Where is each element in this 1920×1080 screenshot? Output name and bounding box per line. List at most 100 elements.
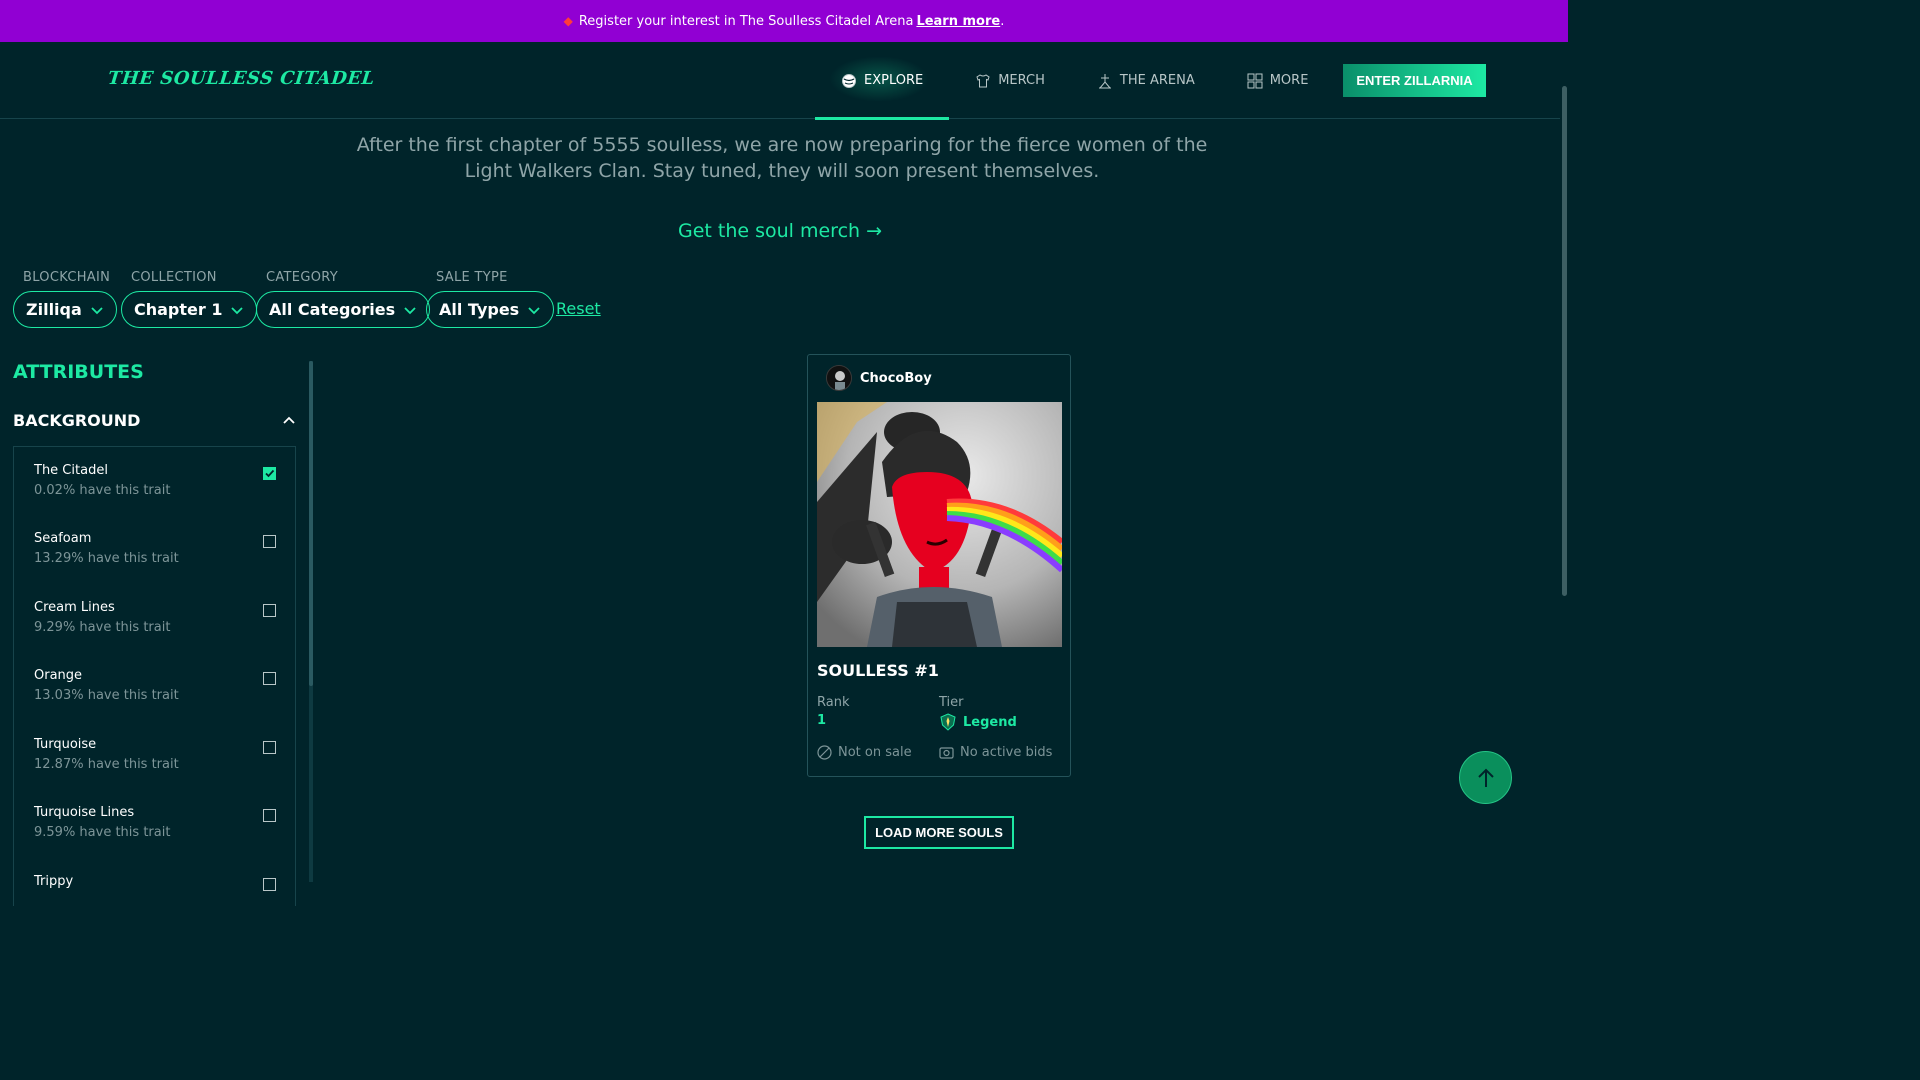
page-scrollbar[interactable] bbox=[1560, 42, 1568, 882]
soulless-artwork bbox=[817, 402, 1062, 647]
sidebar-scrollbar[interactable] bbox=[309, 361, 313, 882]
soul-merch-link[interactable]: Get the soul merch → bbox=[0, 220, 1560, 242]
sale-status: Not on sale bbox=[817, 745, 912, 760]
nft-card[interactable]: ChocoBoy SOULLESS #1 Rank 1 Tier Legend … bbox=[807, 354, 1071, 777]
sidebar-scrollbar-thumb[interactable] bbox=[309, 361, 313, 686]
enter-zillarnia-button[interactable]: ENTER ZILLARNIA bbox=[1343, 64, 1486, 97]
nav-explore-label: EXPLORE bbox=[864, 73, 924, 88]
trait-checkbox[interactable] bbox=[263, 672, 276, 685]
rank-value: 1 bbox=[817, 713, 827, 728]
collection-value: Chapter 1 bbox=[134, 300, 223, 319]
arrow-up-icon bbox=[1477, 768, 1494, 787]
avatar bbox=[826, 365, 852, 391]
sale-status-text: Not on sale bbox=[838, 745, 912, 760]
trait-checkbox[interactable] bbox=[263, 604, 276, 617]
planet-icon bbox=[842, 73, 856, 88]
trait-checkbox[interactable] bbox=[263, 809, 276, 822]
chevron-down-icon bbox=[91, 306, 103, 314]
collection-dropdown[interactable]: Chapter 1 bbox=[121, 291, 258, 328]
page-scrollbar-thumb[interactable] bbox=[1562, 86, 1567, 596]
filter-category-label: CATEGORY bbox=[266, 270, 338, 285]
trait-percentage: 9.29% have this trait bbox=[34, 620, 171, 635]
nft-image[interactable] bbox=[817, 402, 1062, 647]
trait-name: Cream Lines bbox=[34, 600, 115, 615]
trait-item[interactable]: Turquoise 12.87% have this trait bbox=[34, 737, 284, 772]
chevron-up-icon[interactable] bbox=[281, 412, 297, 428]
sale-type-dropdown[interactable]: All Types bbox=[426, 291, 555, 328]
blockchain-dropdown[interactable]: Zilliqa bbox=[13, 291, 117, 328]
learn-more-link[interactable]: Learn more bbox=[916, 14, 1000, 29]
nav-merch[interactable]: MERCH bbox=[949, 42, 1071, 119]
reset-filters-link[interactable]: Reset bbox=[556, 299, 601, 318]
owner-name: ChocoBoy bbox=[860, 370, 932, 386]
checkmark-icon bbox=[265, 469, 275, 478]
bid-status-text: No active bids bbox=[960, 745, 1053, 760]
trait-checkbox[interactable] bbox=[263, 878, 276, 891]
announcement-suffix: . bbox=[1000, 13, 1005, 29]
trait-checkbox[interactable] bbox=[263, 741, 276, 754]
load-more-button[interactable]: LOAD MORE SOULS bbox=[864, 816, 1014, 849]
nft-title: SOULLESS #1 bbox=[817, 661, 939, 680]
sale-type-value: All Types bbox=[439, 300, 520, 319]
arena-icon bbox=[1098, 73, 1111, 88]
tier-label: Tier bbox=[939, 695, 964, 710]
chevron-down-icon bbox=[528, 306, 540, 314]
soul-merch-link-label[interactable]: Get the soul merch → bbox=[678, 220, 882, 242]
filter-collection: COLLECTION Chapter 1 bbox=[121, 270, 258, 328]
rank-label: Rank bbox=[817, 695, 850, 710]
gem-icon: ◆ bbox=[563, 14, 573, 28]
not-for-sale-icon bbox=[817, 745, 832, 760]
filter-sale-type-label: SALE TYPE bbox=[436, 270, 508, 285]
nav-merch-label: MERCH bbox=[998, 73, 1045, 88]
trait-name: Orange bbox=[34, 668, 83, 683]
bid-icon bbox=[939, 747, 954, 759]
tier-value: Legend bbox=[963, 714, 1017, 730]
nav-more[interactable]: MORE bbox=[1221, 42, 1335, 119]
nav-explore[interactable]: EXPLORE bbox=[815, 42, 950, 120]
attributes-title: ATTRIBUTES bbox=[13, 361, 144, 383]
background-section-header[interactable]: BACKGROUND bbox=[13, 409, 297, 431]
nav-arena[interactable]: THE ARENA bbox=[1071, 42, 1221, 119]
intro-text: After the first chapter of 5555 soulless… bbox=[356, 134, 1208, 182]
trait-item[interactable]: Orange 13.03% have this trait bbox=[34, 668, 284, 703]
trait-percentage: 13.29% have this trait bbox=[34, 551, 179, 566]
trait-item[interactable]: Trippy bbox=[34, 874, 284, 894]
category-dropdown[interactable]: All Categories bbox=[256, 291, 431, 328]
trait-checkbox[interactable] bbox=[263, 467, 276, 480]
announcement-text: Register your interest in The Soulless C… bbox=[578, 13, 914, 29]
trait-checkbox[interactable] bbox=[263, 535, 276, 548]
trait-item[interactable]: The Citadel 0.02% have this trait bbox=[34, 463, 284, 498]
trait-percentage: 0.02% have this trait bbox=[34, 483, 171, 498]
trait-percentage: 12.87% have this trait bbox=[34, 757, 179, 772]
trait-name: Trippy bbox=[34, 874, 74, 889]
trait-name: Turquoise Lines bbox=[34, 805, 135, 820]
owner-info[interactable]: ChocoBoy bbox=[826, 365, 932, 391]
trait-item[interactable]: Cream Lines 9.29% have this trait bbox=[34, 600, 284, 635]
trait-item[interactable]: Turquoise Lines 9.59% have this trait bbox=[34, 805, 284, 840]
filter-category: CATEGORY All Categories bbox=[256, 270, 431, 328]
trait-name: The Citadel bbox=[34, 463, 108, 478]
filter-collection-label: COLLECTION bbox=[131, 270, 217, 285]
shirt-icon bbox=[976, 73, 990, 87]
site-header: THE SOULLESS CITADEL EXPLORE MERCH THE A… bbox=[0, 42, 1568, 120]
tier-badge: Legend bbox=[939, 713, 1017, 731]
category-value: All Categories bbox=[269, 300, 396, 319]
trait-percentage: 9.59% have this trait bbox=[34, 825, 171, 840]
announcement-bar: ◆ Register your interest in The Soulless… bbox=[0, 0, 1568, 42]
trait-item[interactable]: Seafoam 13.29% have this trait bbox=[34, 531, 284, 566]
nav-more-label: MORE bbox=[1269, 73, 1309, 88]
scroll-to-top-button[interactable] bbox=[1459, 751, 1512, 804]
blockchain-value: Zilliqa bbox=[26, 300, 82, 319]
trait-percentage: 13.03% have this trait bbox=[34, 688, 179, 703]
filter-blockchain: BLOCKCHAIN Zilliqa bbox=[13, 270, 117, 328]
trait-name: Seafoam bbox=[34, 531, 92, 546]
nav-arena-label: THE ARENA bbox=[1119, 73, 1195, 88]
site-logo[interactable]: THE SOULLESS CITADEL bbox=[107, 68, 376, 89]
chevron-down-icon bbox=[404, 306, 416, 314]
grid-icon bbox=[1247, 73, 1263, 88]
trait-name: Turquoise bbox=[34, 737, 97, 752]
background-section-label: BACKGROUND bbox=[13, 410, 141, 430]
filter-sale-type: SALE TYPE All Types bbox=[426, 270, 555, 328]
chevron-down-icon bbox=[231, 306, 244, 314]
legend-tier-icon bbox=[940, 713, 956, 731]
